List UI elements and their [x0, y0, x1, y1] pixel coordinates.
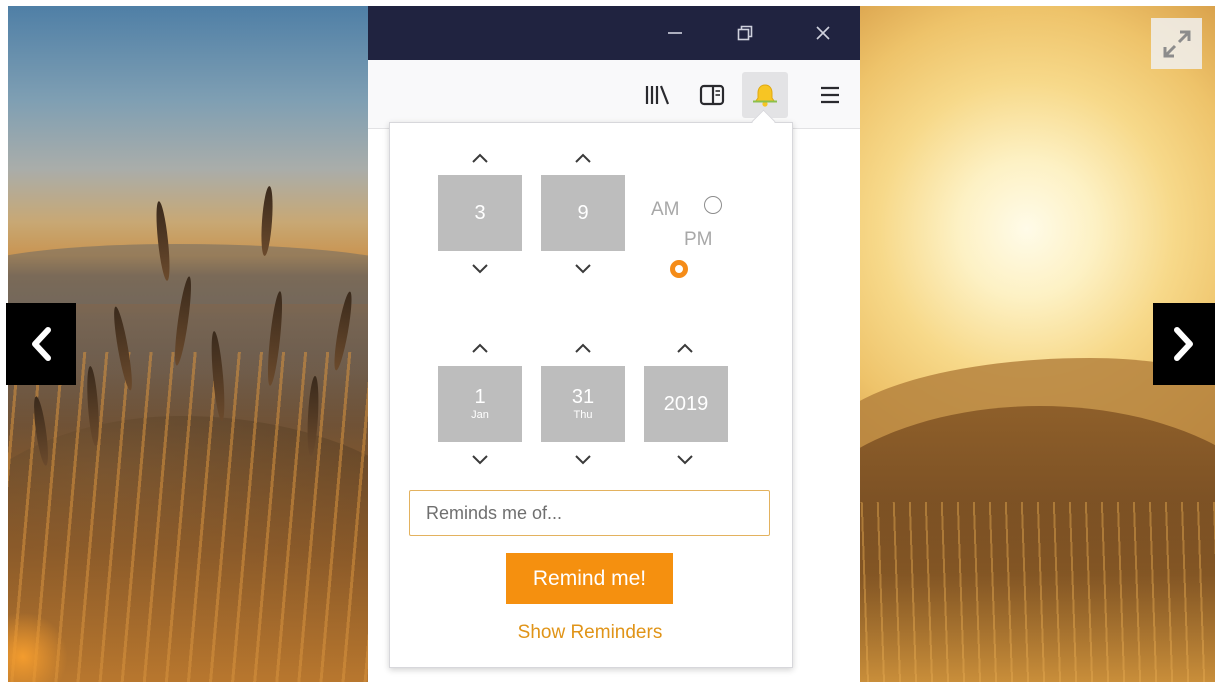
chevron-down-icon: [575, 455, 591, 465]
close-button[interactable]: [796, 6, 850, 60]
close-icon: [816, 26, 830, 40]
hamburger-menu-button[interactable]: [807, 72, 853, 118]
chevron-up-icon: [472, 343, 488, 353]
am-radio[interactable]: [704, 196, 722, 214]
reminder-bell-icon: [753, 84, 777, 107]
minimize-button[interactable]: [648, 6, 702, 60]
sidebar-button[interactable]: [689, 72, 735, 118]
year-field[interactable]: 2019: [644, 366, 728, 442]
minute-value: 9: [577, 202, 589, 224]
pm-radio[interactable]: [670, 260, 688, 278]
month-field[interactable]: 1 Jan: [438, 366, 522, 442]
show-reminders-link[interactable]: Show Reminders: [470, 622, 710, 644]
day-increase-button[interactable]: [563, 336, 603, 360]
chevron-up-icon: [575, 153, 591, 163]
chevron-up-icon: [677, 343, 693, 353]
next-slide-button[interactable]: [1153, 303, 1215, 385]
restore-icon: [737, 25, 753, 41]
year-increase-button[interactable]: [665, 336, 705, 360]
day-value: 31: [571, 386, 595, 408]
month-value: 1: [474, 386, 486, 408]
fullscreen-button[interactable]: [1151, 18, 1202, 69]
library-icon: [645, 85, 670, 105]
hour-increase-button[interactable]: [460, 146, 500, 170]
month-increase-button[interactable]: [460, 336, 500, 360]
month-name: Jan: [471, 409, 489, 421]
chevron-up-icon: [575, 343, 591, 353]
minute-decrease-button[interactable]: [563, 257, 603, 281]
expand-icon: [1163, 30, 1190, 57]
hour-value: 3: [474, 202, 486, 224]
day-field[interactable]: 31 Thu: [541, 366, 625, 442]
chevron-down-icon: [575, 264, 591, 274]
minimize-icon: [668, 32, 682, 34]
chevron-right-icon: [1174, 327, 1193, 361]
remind-me-button[interactable]: Remind me!: [506, 553, 673, 604]
chevron-down-icon: [472, 455, 488, 465]
sidebar-icon: [699, 84, 725, 106]
minute-increase-button[interactable]: [563, 146, 603, 170]
chevron-down-icon: [472, 264, 488, 274]
window-titlebar: [368, 6, 860, 60]
browser-toolbar: [368, 60, 860, 129]
pm-label: PM: [684, 229, 713, 250]
day-decrease-button[interactable]: [563, 448, 603, 472]
library-button[interactable]: [634, 72, 680, 118]
am-label: AM: [651, 199, 680, 220]
hour-decrease-button[interactable]: [460, 257, 500, 281]
year-decrease-button[interactable]: [665, 448, 705, 472]
hamburger-menu-icon: [821, 86, 839, 104]
chevron-up-icon: [472, 153, 488, 163]
chevron-down-icon: [677, 455, 693, 465]
screen: 3 9 AM PM 1 Jan 31 Thu 2019 Reminds me o…: [0, 0, 1215, 682]
previous-slide-button[interactable]: [6, 303, 76, 385]
reminder-text-input[interactable]: [409, 490, 770, 536]
year-value: 2019: [663, 393, 709, 415]
chevron-left-icon: [32, 327, 51, 361]
weekday-name: Thu: [573, 409, 593, 421]
restore-button[interactable]: [718, 6, 772, 60]
minute-field[interactable]: 9: [541, 175, 625, 251]
hour-field[interactable]: 3: [438, 175, 522, 251]
month-decrease-button[interactable]: [460, 448, 500, 472]
brush-field: [860, 502, 1215, 682]
